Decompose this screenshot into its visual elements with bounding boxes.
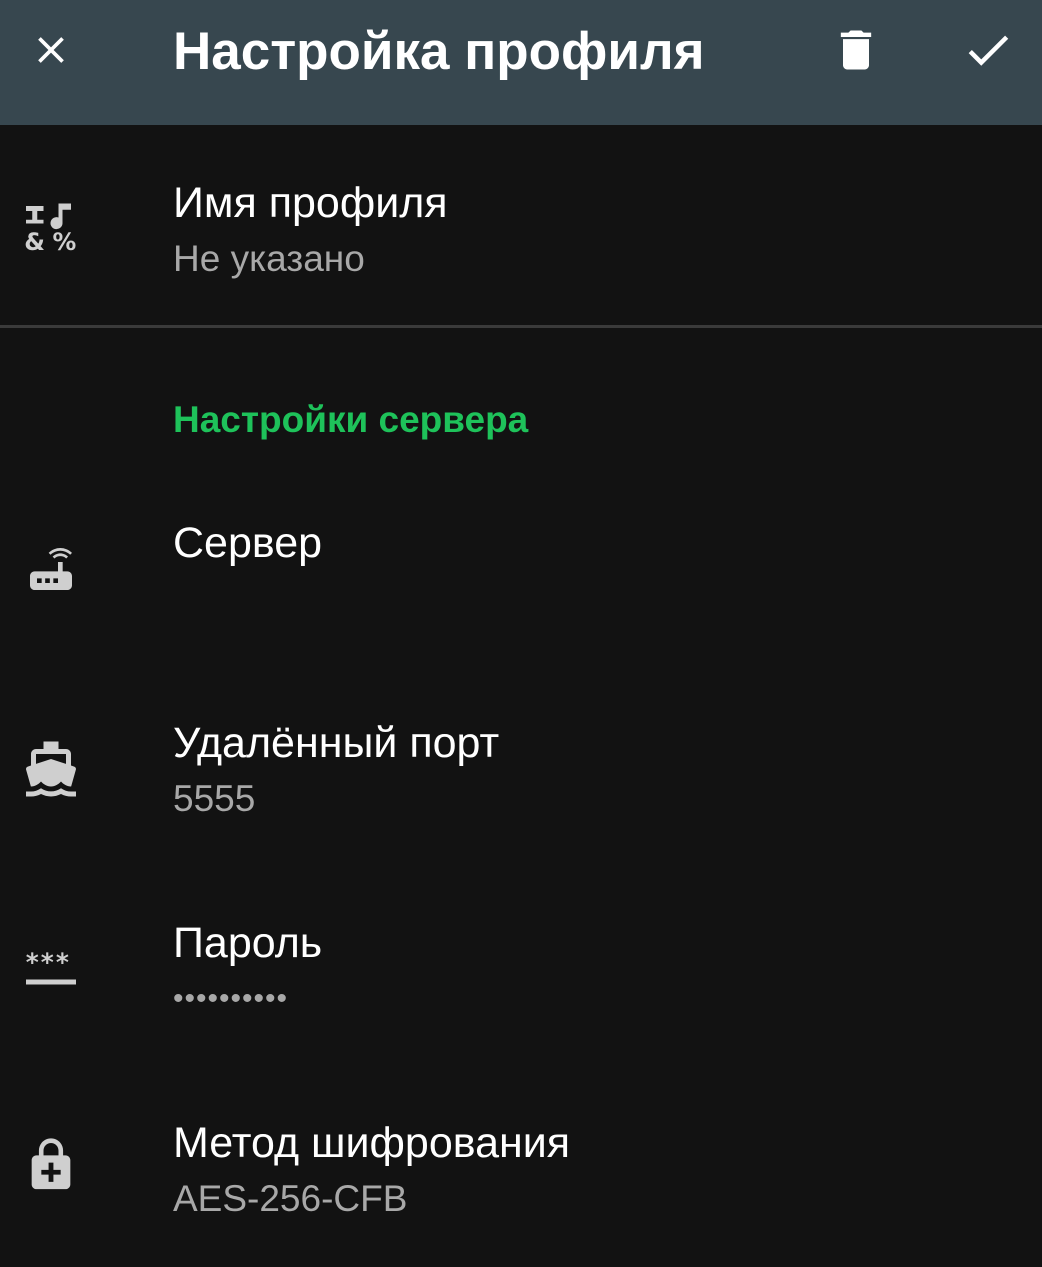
password-item[interactable]: *** Пароль •••••••••• <box>0 870 1042 1070</box>
text-symbols-icon: & % <box>20 195 82 257</box>
server-item[interactable]: Сервер <box>0 480 1042 670</box>
server-title: Сервер <box>173 519 323 567</box>
password-summary: •••••••••• <box>173 982 289 1015</box>
trash-icon <box>840 30 872 70</box>
divider <box>0 325 1042 328</box>
toolbar: Настройка профиля <box>0 0 1042 125</box>
section-header-server: Настройки сервера <box>173 399 529 440</box>
remote-port-item[interactable]: Удалённый порт 5555 <box>0 670 1042 870</box>
save-button[interactable] <box>952 14 1024 86</box>
encryption-method-summary: AES-256-CFB <box>173 1178 408 1219</box>
lock-plus-icon <box>20 1134 82 1196</box>
close-button[interactable] <box>15 14 87 86</box>
check-icon <box>968 35 1009 66</box>
encryption-method-item[interactable]: Метод шифрования AES-256-CFB <box>0 1070 1042 1267</box>
delete-button[interactable] <box>820 14 892 86</box>
encryption-method-title: Метод шифрования <box>173 1119 571 1167</box>
page-title: Настройка профиля <box>173 22 705 81</box>
router-icon <box>20 538 82 600</box>
profile-name-item[interactable]: & % Имя профиля Не указано <box>0 125 1042 325</box>
close-icon <box>38 37 64 63</box>
password-icon: *** <box>20 936 82 998</box>
remote-port-summary: 5555 <box>173 778 256 819</box>
profile-name-summary: Не указано <box>173 238 365 279</box>
profile-settings-screen: Настройка профиля & % Имя профиля Не ука… <box>0 0 1042 1267</box>
svg-text:%: % <box>53 228 77 256</box>
svg-text:***: *** <box>25 948 70 977</box>
ferry-icon <box>20 738 82 800</box>
password-title: Пароль <box>173 919 323 967</box>
profile-name-title: Имя профиля <box>173 179 448 227</box>
svg-text:&: & <box>24 228 45 256</box>
remote-port-title: Удалённый порт <box>173 719 500 767</box>
